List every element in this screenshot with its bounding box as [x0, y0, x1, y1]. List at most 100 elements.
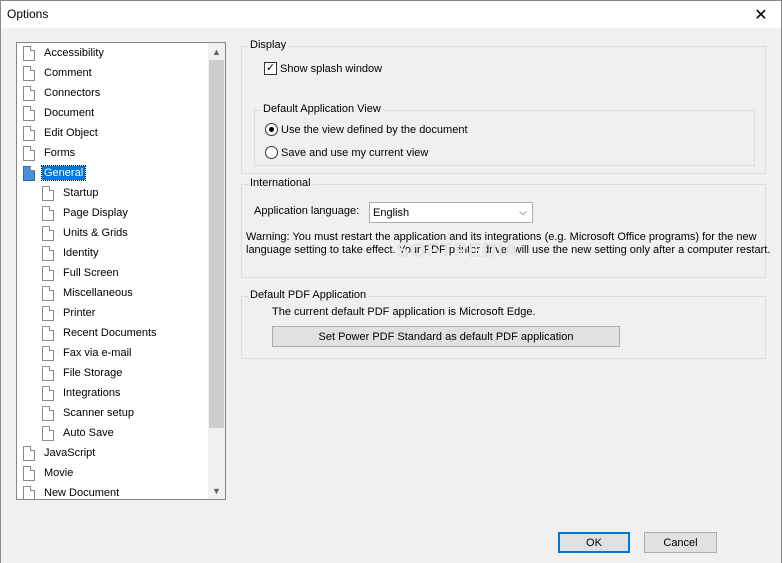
tree-item[interactable]: Recent Documents [42, 324, 159, 342]
language-select[interactable]: English ⌵ [369, 202, 533, 223]
page-icon [23, 165, 35, 181]
options-tree[interactable]: Accessibility Comment Connectors Document Ed… [16, 42, 226, 500]
tree-item-label: Integrations [63, 387, 121, 399]
page-icon [23, 125, 35, 141]
tree-item[interactable]: Connectors [23, 84, 102, 102]
title-bar: Options ✕ [1, 1, 781, 28]
current-default-text: The current default PDF application is M… [272, 306, 536, 318]
view-current-label: Save and use my current view [281, 146, 429, 159]
tree-item-label: Miscellaneous [63, 287, 133, 299]
tree-item[interactable]: Integrations [42, 384, 122, 402]
page-icon [42, 405, 54, 421]
page-icon [42, 225, 54, 241]
tree-item[interactable]: General [23, 164, 87, 182]
tree-item[interactable]: New Document [23, 484, 121, 499]
set-default-pdf-button[interactable]: Set Power PDF Standard as default PDF ap… [272, 326, 620, 347]
default-view-title: Default Application View [261, 103, 383, 115]
view-document-radio[interactable] [265, 123, 278, 136]
chevron-down-icon: ⌵ [519, 207, 527, 218]
tree-item[interactable]: Forms [23, 144, 77, 162]
page-icon [42, 265, 54, 281]
splash-checkbox-row[interactable]: ✓ Show splash window [264, 62, 382, 75]
language-label-text: Application language: [254, 205, 360, 217]
tree-item[interactable]: Auto Save [42, 424, 116, 442]
view-document-radio-row[interactable]: Use the view defined by the document [265, 123, 468, 136]
display-group: Display ✓ Show splash window Default App… [241, 39, 766, 174]
ok-button[interactable]: OK [558, 532, 630, 553]
tree-item[interactable]: Miscellaneous [42, 284, 135, 302]
page-icon [42, 385, 54, 401]
tree-item-label: Auto Save [63, 427, 114, 439]
page-icon [42, 345, 54, 361]
page-icon [42, 425, 54, 441]
tree-item-label: Printer [63, 307, 96, 319]
tree-item[interactable]: Scanner setup [42, 404, 136, 422]
tree-item-label: Forms [44, 147, 76, 159]
tree-scrollbar[interactable]: ▲ ▼ [208, 43, 225, 499]
page-icon [42, 185, 54, 201]
tree-item-label: Startup [63, 187, 99, 199]
options-window: Options ✕ Accessibility Comment Connectors… [0, 0, 782, 563]
tree-item[interactable]: Page Display [42, 204, 130, 222]
tree-item-label: Recent Documents [63, 327, 157, 339]
tree-item[interactable]: Units & Grids [42, 224, 130, 242]
international-group-title: International [248, 177, 313, 189]
watermark: SOFTPEDIA [396, 240, 520, 262]
tree-item[interactable]: Startup [42, 184, 100, 202]
current-default-label: The current default PDF application is M… [272, 306, 536, 318]
tree-item-label: General [40, 165, 87, 181]
page-icon [23, 465, 35, 481]
tree-item-label: File Storage [63, 367, 123, 379]
tree-item-label: Connectors [44, 87, 101, 99]
page-icon [42, 325, 54, 341]
tree-item-label: Comment [44, 67, 92, 79]
tree-item-label: Page Display [63, 207, 128, 219]
default-view-group: Default Application View Use the view de… [254, 103, 755, 166]
tree-item-label: Full Screen [63, 267, 119, 279]
splash-checkbox[interactable]: ✓ [264, 62, 277, 75]
close-icon[interactable]: ✕ [741, 1, 781, 28]
tree-item[interactable]: Printer [42, 304, 97, 322]
page-icon [23, 105, 35, 121]
page-icon [23, 485, 35, 499]
view-document-label: Use the view defined by the document [281, 123, 468, 136]
display-group-title: Display [248, 39, 289, 51]
scroll-up-icon[interactable]: ▲ [208, 43, 225, 60]
language-label: Application language: [254, 205, 359, 217]
default-pdf-group: Default PDF Application The current defa… [241, 289, 766, 359]
tree-item-label: Movie [44, 467, 74, 479]
page-icon [42, 365, 54, 381]
tree-item-label: JavaScript [44, 447, 96, 459]
tree-item[interactable]: File Storage [42, 364, 124, 382]
tree-item-label: Units & Grids [63, 227, 128, 239]
tree-item-label: Edit Object [44, 127, 98, 139]
page-icon [42, 245, 54, 261]
scroll-thumb[interactable] [209, 60, 224, 428]
tree-item[interactable]: JavaScript [23, 444, 97, 462]
tree-item-label: Scanner setup [63, 407, 134, 419]
tree-item[interactable]: Document [23, 104, 96, 122]
default-pdf-group-title: Default PDF Application [248, 289, 369, 301]
splash-label: Show splash window [280, 62, 383, 75]
tree-item[interactable]: Full Screen [42, 264, 121, 282]
tree-item[interactable]: Identity [42, 244, 100, 262]
tree-item-label: Accessibility [44, 47, 104, 59]
tree-item-label: Fax via e-mail [63, 347, 132, 359]
window-title: Options [7, 7, 49, 21]
page-icon [23, 65, 35, 81]
view-current-radio-row[interactable]: Save and use my current view [265, 146, 428, 159]
page-icon [42, 285, 54, 301]
page-icon [42, 305, 54, 321]
tree-item[interactable]: Edit Object [23, 124, 100, 142]
international-group: International Application language: Engl… [241, 177, 770, 278]
tree-item[interactable]: Movie [23, 464, 75, 482]
scroll-down-icon[interactable]: ▼ [208, 482, 225, 499]
language-select-value: English [373, 206, 410, 219]
tree-item[interactable]: Fax via e-mail [42, 344, 133, 362]
tree-item[interactable]: Accessibility [23, 44, 106, 62]
cancel-button[interactable]: Cancel [644, 532, 717, 553]
tree-item-label: New Document [44, 487, 120, 499]
tree-item[interactable]: Comment [23, 64, 94, 82]
view-current-radio[interactable] [265, 146, 278, 159]
page-icon [23, 445, 35, 461]
